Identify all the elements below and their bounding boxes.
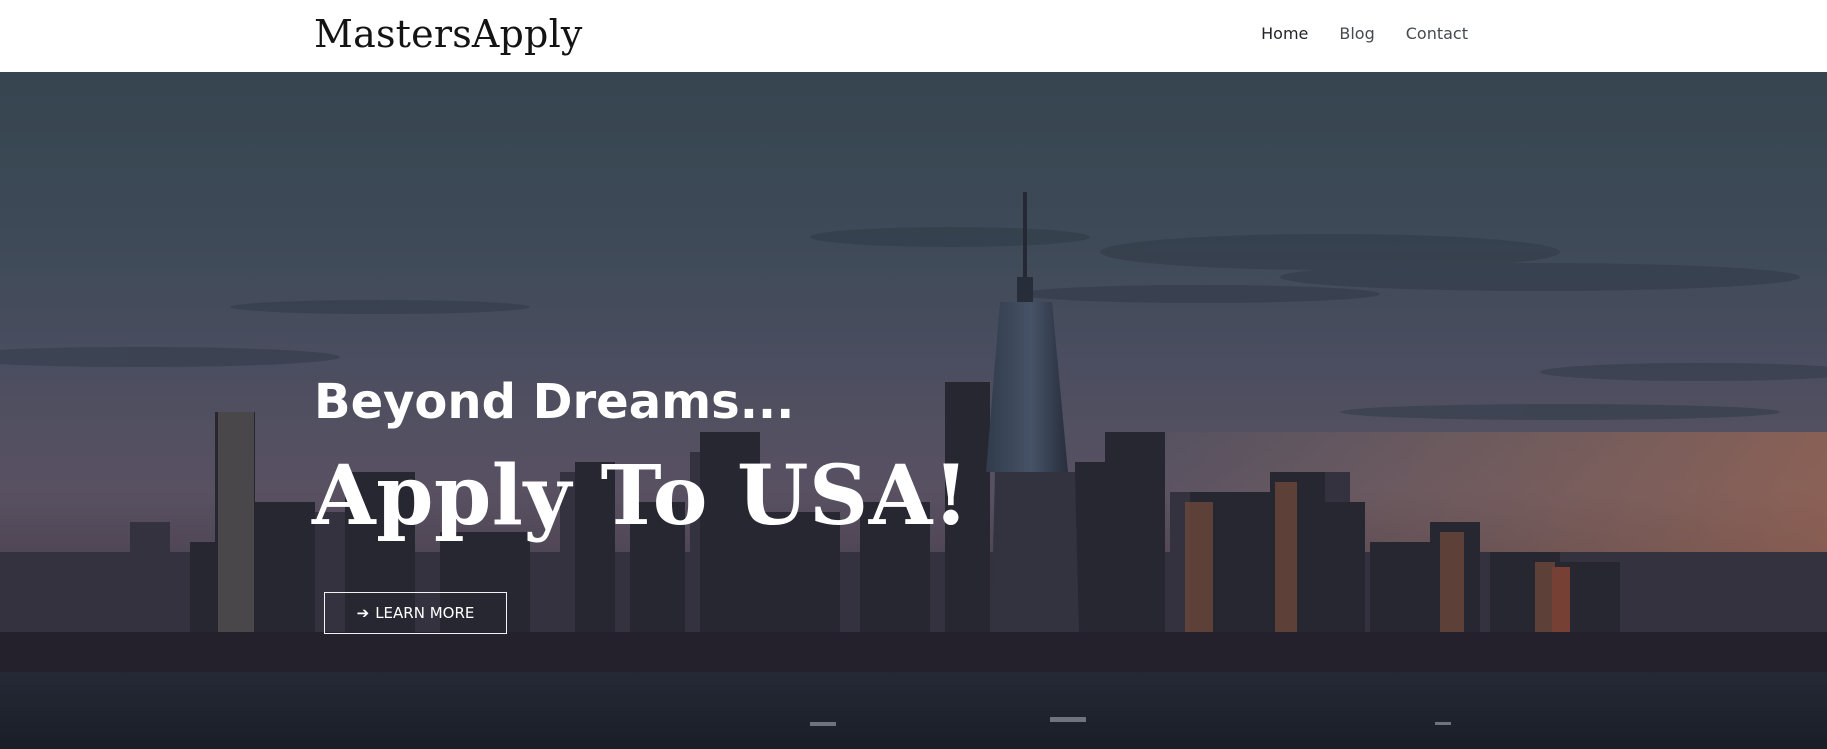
nav-link-contact[interactable]: Contact xyxy=(1406,22,1468,46)
nav-link-home[interactable]: Home xyxy=(1261,22,1308,46)
learn-more-button[interactable]: ➔ LEARN MORE xyxy=(324,592,507,634)
learn-more-label: LEARN MORE xyxy=(375,604,475,622)
arrow-right-icon: ➔ xyxy=(356,603,370,622)
hero-section: Beyond Dreams... Apply To USA! ➔ LEARN M… xyxy=(0,72,1827,749)
site-header: MastersApply Home Blog Contact xyxy=(0,0,1827,72)
hero-title: Apply To USA! xyxy=(312,448,970,544)
main-nav: Home Blog Contact xyxy=(1261,22,1468,46)
hero-subtitle: Beyond Dreams... xyxy=(314,374,795,430)
hero-overlay xyxy=(0,72,1827,749)
brand-logo[interactable]: MastersApply xyxy=(314,12,583,56)
nav-link-blog[interactable]: Blog xyxy=(1339,22,1374,46)
